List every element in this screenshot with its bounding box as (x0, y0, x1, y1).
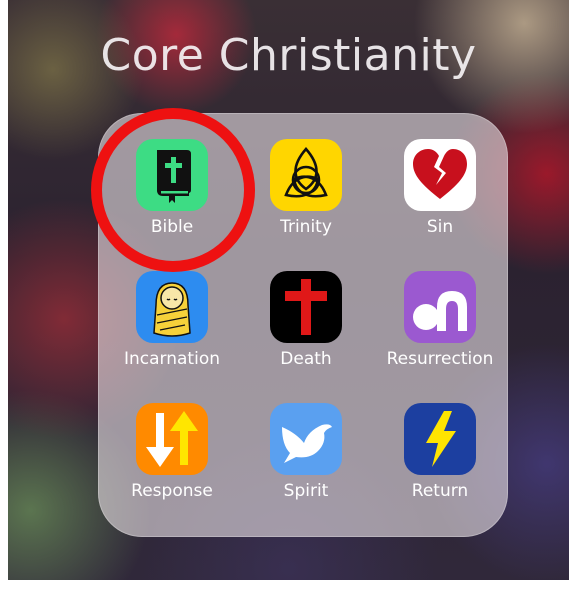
app-label-trinity: Trinity (280, 217, 332, 237)
cross-icon[interactable] (270, 271, 342, 343)
home-screen-background: Core Christianity Bible Trinity Sin Inca… (8, 0, 569, 580)
app-incarnation[interactable]: Incarnation (110, 263, 230, 381)
app-label-resurrection: Resurrection (386, 349, 494, 369)
folder-title[interactable]: Core Christianity (8, 30, 569, 81)
lightning-bolt-icon[interactable] (404, 403, 476, 475)
app-death[interactable]: Death (244, 263, 364, 381)
bible-icon[interactable] (136, 139, 208, 211)
app-sin[interactable]: Sin (378, 131, 498, 249)
dove-icon[interactable] (270, 403, 342, 475)
app-label-return: Return (411, 481, 469, 501)
app-label-sin: Sin (426, 217, 454, 237)
swaddled-baby-icon[interactable] (136, 271, 208, 343)
up-down-arrows-icon[interactable] (136, 403, 208, 475)
app-label-bible: Bible (150, 217, 194, 237)
app-bible[interactable]: Bible (110, 131, 230, 249)
app-label-response: Response (131, 481, 213, 501)
app-response[interactable]: Response (110, 395, 230, 513)
app-label-spirit: Spirit (283, 481, 329, 501)
app-spirit[interactable]: Spirit (244, 395, 364, 513)
empty-tomb-icon[interactable] (404, 271, 476, 343)
app-trinity[interactable]: Trinity (244, 131, 364, 249)
app-resurrection[interactable]: Resurrection (378, 263, 498, 381)
triquetra-icon[interactable] (270, 139, 342, 211)
bottom-white-strip (0, 580, 569, 591)
app-folder-panel: Bible Trinity Sin Incarnation Death Resu… (98, 113, 508, 537)
app-label-incarnation: Incarnation (124, 349, 220, 369)
app-label-death: Death (280, 349, 332, 369)
broken-heart-icon[interactable] (404, 139, 476, 211)
app-return[interactable]: Return (378, 395, 498, 513)
